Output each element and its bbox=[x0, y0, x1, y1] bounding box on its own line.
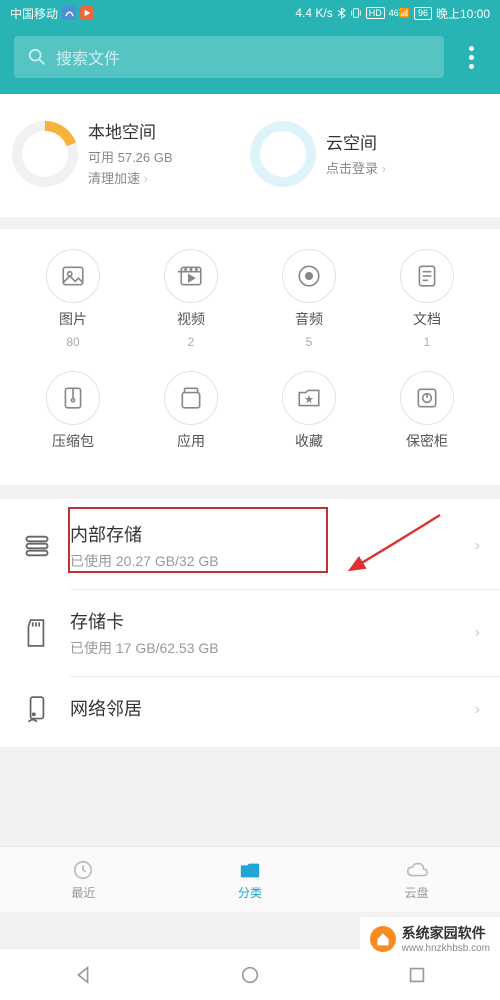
local-storage-available: 可用 57.26 GB bbox=[88, 147, 173, 166]
image-icon bbox=[60, 263, 86, 289]
network-neighborhood-row[interactable]: 网络邻居 › bbox=[0, 677, 500, 743]
sdcard-row[interactable]: 存储卡 已使用 17 GB/62.53 GB › bbox=[0, 590, 500, 676]
watermark-text: 系统家园软件 bbox=[402, 923, 490, 943]
category-apps[interactable]: 应用 bbox=[132, 371, 250, 457]
overflow-menu-button[interactable] bbox=[456, 46, 486, 69]
bluetooth-icon bbox=[337, 7, 346, 19]
status-app-icon-2 bbox=[80, 6, 94, 20]
carrier-label: 中国移动 bbox=[10, 5, 58, 22]
category-videos[interactable]: 视频 2 bbox=[132, 249, 250, 349]
tab-recent[interactable]: 最近 bbox=[0, 847, 167, 912]
chevron-right-icon: › bbox=[475, 701, 480, 719]
local-storage-title: 本地空间 bbox=[88, 118, 173, 143]
annotation-highlight-box bbox=[68, 507, 328, 573]
nav-home-button[interactable] bbox=[239, 964, 261, 986]
signal-icon: 46📶 bbox=[389, 8, 410, 19]
clock-icon bbox=[72, 859, 94, 881]
category-grid: 图片 80 视频 2 音频 5 文档 1 压缩包 应用 收藏 保密柜 bbox=[0, 229, 500, 485]
chevron-right-icon: › bbox=[475, 537, 480, 555]
chevron-right-icon: › bbox=[144, 171, 148, 186]
local-storage-ring-icon bbox=[12, 121, 78, 187]
vibrate-icon bbox=[350, 7, 362, 19]
favorite-icon bbox=[296, 385, 322, 411]
category-images[interactable]: 图片 80 bbox=[14, 249, 132, 349]
category-audio[interactable]: 音频 5 bbox=[250, 249, 368, 349]
category-safe[interactable]: 保密柜 bbox=[368, 371, 486, 457]
nav-recents-button[interactable] bbox=[406, 964, 428, 986]
tab-category[interactable]: 分类 bbox=[167, 847, 334, 912]
watermark-url: www.hnzkhbsb.com bbox=[402, 943, 490, 954]
document-icon bbox=[414, 263, 440, 289]
status-app-icon-1 bbox=[62, 6, 76, 20]
chevron-right-icon: › bbox=[382, 161, 386, 176]
folder-icon bbox=[239, 859, 261, 881]
category-favorites[interactable]: 收藏 bbox=[250, 371, 368, 457]
search-input[interactable]: 搜索文件 bbox=[14, 36, 444, 78]
cloud-icon bbox=[405, 859, 429, 881]
sdcard-usage: 已使用 17 GB/62.53 GB bbox=[70, 638, 459, 658]
internal-storage-icon bbox=[23, 532, 51, 560]
bottom-tab-bar: 最近 分类 云盘 bbox=[0, 846, 500, 912]
audio-icon bbox=[296, 263, 322, 289]
safe-icon bbox=[414, 385, 440, 411]
archive-icon bbox=[60, 385, 86, 411]
network-device-icon bbox=[24, 695, 50, 725]
category-archives[interactable]: 压缩包 bbox=[14, 371, 132, 457]
video-icon bbox=[178, 263, 204, 289]
sdcard-title: 存储卡 bbox=[70, 608, 459, 634]
watermark-house-icon bbox=[370, 926, 396, 952]
category-documents[interactable]: 文档 1 bbox=[368, 249, 486, 349]
search-placeholder: 搜索文件 bbox=[56, 45, 120, 69]
cloud-storage-title: 云空间 bbox=[326, 129, 386, 154]
sdcard-icon bbox=[24, 618, 50, 648]
status-bar: 中国移动 4.4 K/s HD 46📶 96 晚上10:00 bbox=[0, 0, 500, 26]
cloud-storage-ring-icon bbox=[250, 121, 316, 187]
local-storage-block[interactable]: 本地空间 可用 57.26 GB 清理加速 › bbox=[12, 118, 250, 189]
chevron-right-icon: › bbox=[475, 624, 480, 642]
storage-locations-card: 内部存储 已使用 20.27 GB/32 GB › 存储卡 已使用 17 GB/… bbox=[0, 499, 500, 747]
battery-indicator: 96 bbox=[414, 7, 432, 20]
local-storage-cleanup-link[interactable]: 清理加速 › bbox=[88, 168, 173, 187]
cloud-storage-block[interactable]: 云空间 点击登录 › bbox=[250, 118, 488, 189]
nav-back-button[interactable] bbox=[72, 964, 94, 986]
netspeed-label: 4.4 K/s bbox=[295, 6, 332, 20]
storage-overview-card: 本地空间 可用 57.26 GB 清理加速 › 云空间 点击登录 › bbox=[0, 94, 500, 217]
cloud-storage-login-link[interactable]: 点击登录 › bbox=[326, 158, 386, 177]
time-label: 晚上10:00 bbox=[436, 5, 490, 22]
tab-cloud[interactable]: 云盘 bbox=[333, 847, 500, 912]
app-icon bbox=[178, 385, 204, 411]
network-neighborhood-title: 网络邻居 bbox=[70, 695, 459, 721]
search-icon bbox=[28, 48, 46, 66]
hd-label: HD bbox=[366, 7, 385, 19]
watermark: 系统家园软件 www.hnzkhbsb.com bbox=[360, 917, 500, 960]
